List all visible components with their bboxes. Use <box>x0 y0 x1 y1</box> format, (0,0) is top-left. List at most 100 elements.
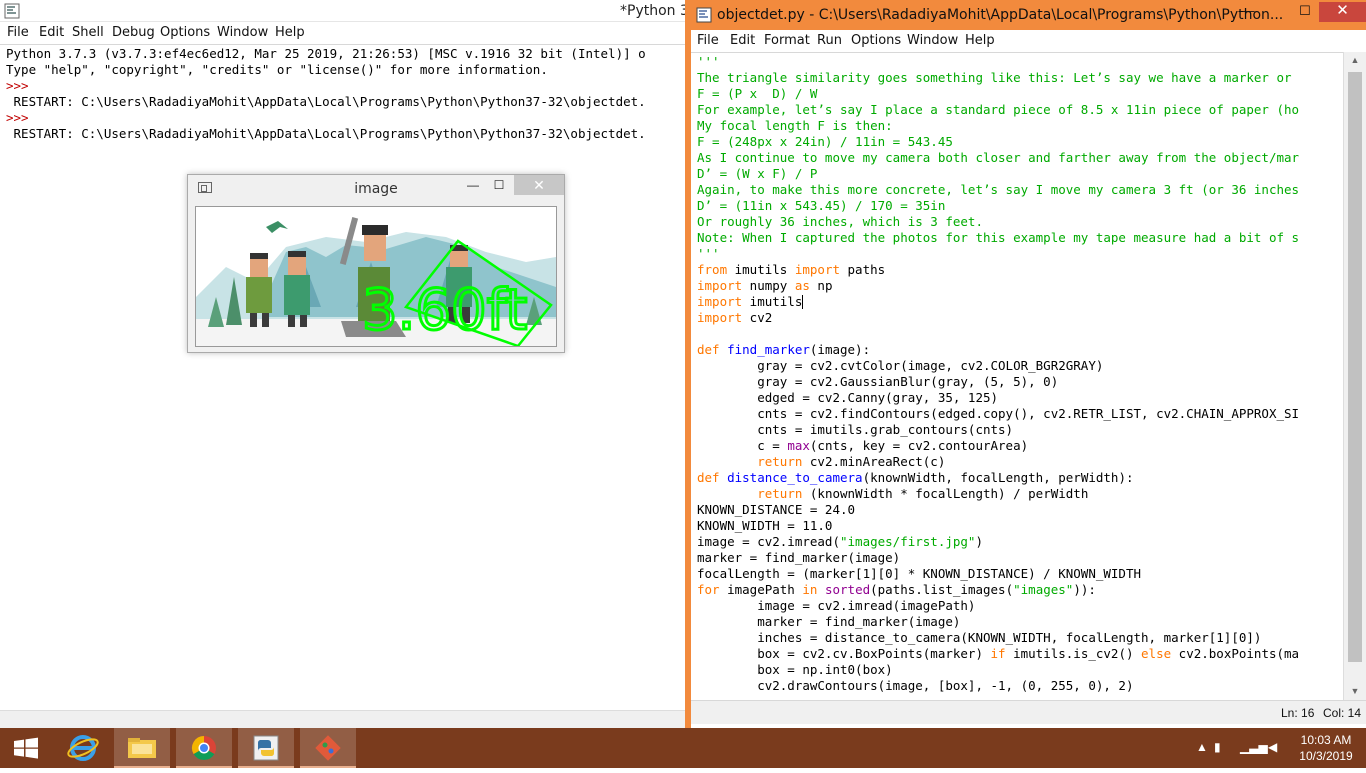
editor-minimize-button[interactable]: — <box>1231 2 1265 22</box>
code-line: F = (248px x 24in) / 11in = 543.45 <box>697 134 953 149</box>
show-hidden-icons-icon[interactable]: ▲ <box>1196 740 1208 754</box>
shell-menu-file[interactable]: File <box>7 25 29 40</box>
code-line: return cv2.minAreaRect(c) <box>757 454 946 469</box>
code-line: D’ = (11in x 543.45) / 170 = 35in <box>697 198 946 213</box>
shell-line: RESTART: C:\Users\RadadiyaMohit\AppData\… <box>6 126 646 141</box>
network-signal-icon[interactable]: ▁▃▅ <box>1240 740 1268 754</box>
shell-menu-edit[interactable]: Edit <box>39 25 64 40</box>
python-feather-icon <box>696 7 712 23</box>
code-line: def find_marker(image): <box>697 342 871 357</box>
column-number: Col: 14 <box>1323 706 1362 720</box>
code-editor[interactable]: ''' The triangle similarity goes somethin… <box>691 52 1343 700</box>
scroll-up-arrow-icon[interactable]: ▲ <box>1344 52 1366 69</box>
maximize-button[interactable]: ☐ <box>486 175 512 195</box>
start-button[interactable] <box>0 728 56 768</box>
shell-menu-options[interactable]: Options <box>160 25 210 40</box>
image-window[interactable]: image — ☐ ✕ 3.60ft <box>187 174 565 353</box>
code-line: def distance_to_camera(knownWidth, focal… <box>697 470 1134 485</box>
chrome-icon <box>191 736 216 761</box>
code-line: Again, to make this more concrete, let’s… <box>697 182 1300 197</box>
code-line: for imagePath in sorted(paths.list_image… <box>697 582 1096 597</box>
code-line: return (knownWidth * focalLength) / perW… <box>757 486 1089 501</box>
editor-menu-options[interactable]: Options <box>851 33 901 48</box>
python-feather-icon <box>4 3 20 19</box>
code-line: Or roughly 36 inches, which is 3 feet. <box>697 214 983 229</box>
editor-titlebar[interactable]: objectdet.py - C:\Users\RadadiyaMohit\Ap… <box>691 0 1366 30</box>
shell-line: >>> <box>6 110 29 125</box>
code-line: For example, let’s say I place a standar… <box>697 102 1300 117</box>
scroll-down-arrow-icon[interactable]: ▼ <box>1344 683 1366 700</box>
editor-statusbar: Ln: 16 Col: 14 <box>691 700 1366 724</box>
code-line: As I continue to move my camera both clo… <box>697 150 1300 165</box>
code-line: image = cv2.imread("images/first.jpg") <box>697 534 983 549</box>
shell-menu-shell[interactable]: Shell <box>72 25 104 40</box>
editor-menu-format[interactable]: Format <box>764 33 810 48</box>
text-cursor <box>802 295 804 309</box>
device-icon[interactable]: ▮ <box>1214 740 1221 754</box>
editor-window[interactable]: objectdet.py - C:\Users\RadadiyaMohit\Ap… <box>685 0 1366 728</box>
code-line: marker = find_marker(image) <box>697 550 901 565</box>
shell-line: Type "help", "copyright", "credits" or "… <box>6 62 548 77</box>
code-line: import imutils <box>697 294 803 309</box>
taskbar-python-idle[interactable] <box>238 728 294 768</box>
clock-date: 10/3/2019 <box>1299 749 1353 763</box>
shell-menu-window[interactable]: Window <box>217 25 268 40</box>
code-line: marker = find_marker(image) <box>697 614 961 629</box>
code-line: KNOWN_DISTANCE = 24.0 <box>697 502 856 517</box>
editor-menu-window[interactable]: Window <box>907 33 958 48</box>
git-gui-icon <box>315 735 341 761</box>
code-line: from imutils import paths <box>697 262 886 277</box>
code-line: inches = distance_to_camera(KNOWN_WIDTH,… <box>697 630 1262 645</box>
code-line: c = max(cnts, key = cv2.contourArea) <box>697 438 1029 453</box>
code-line: import cv2 <box>697 310 773 325</box>
editor-title: objectdet.py - C:\Users\RadadiyaMohit\Ap… <box>717 7 1284 23</box>
code-line: My focal length F is then: <box>697 118 893 133</box>
distance-label: 3.60ft <box>362 278 527 343</box>
editor-menubar: File Edit Format Run Options Window Help <box>691 30 1366 52</box>
code-line: image = cv2.imread(imagePath) <box>697 598 976 613</box>
shell-line: Python 3.7.3 (v3.7.3:ef4ec6ed12, Mar 25 … <box>6 46 646 61</box>
shell-menu-help[interactable]: Help <box>275 25 305 40</box>
illustration-image: 3.60ft <box>196 217 556 346</box>
code-line: cnts = imutils.grab_contours(cnts) <box>697 422 1014 437</box>
close-button[interactable]: ✕ <box>514 175 564 195</box>
code-line: box = np.int0(box) <box>697 662 893 677</box>
editor-menu-run[interactable]: Run <box>817 33 842 48</box>
editor-maximize-button[interactable]: ☐ <box>1288 2 1322 22</box>
volume-icon[interactable]: ◀ <box>1268 740 1277 754</box>
code-line: KNOWN_WIDTH = 11.0 <box>697 518 833 533</box>
code-line: box = cv2.cv.BoxPoints(marker) if imutil… <box>697 646 1300 661</box>
editor-close-button[interactable]: ✕ <box>1319 2 1366 22</box>
taskbar-git-gui[interactable] <box>300 728 356 768</box>
internet-explorer-icon <box>67 735 99 761</box>
python-shell-window[interactable]: *Python 3 File Edit Shell Debug Options … <box>0 0 689 728</box>
code-line: cv2.drawContours(image, [box], -1, (0, 2… <box>697 678 1134 693</box>
image-window-titlebar[interactable]: image — ☐ ✕ <box>188 175 564 201</box>
minimize-button[interactable]: — <box>460 175 486 195</box>
python-idle-icon <box>253 735 279 761</box>
shell-menubar: File Edit Shell Debug Options Window Hel… <box>0 22 686 44</box>
editor-menu-edit[interactable]: Edit <box>730 33 755 48</box>
line-number: Ln: 16 <box>1281 706 1315 720</box>
system-clock[interactable]: 10:03 AM 10/3/2019 <box>1288 732 1364 764</box>
code-line: D’ = (W x F) / P <box>697 166 818 181</box>
editor-vertical-scrollbar[interactable]: ▲ ▼ <box>1343 52 1366 700</box>
code-line: The triangle similarity goes something l… <box>697 70 1292 85</box>
code-line: ''' <box>697 246 720 261</box>
shell-menu-debug[interactable]: Debug <box>112 25 155 40</box>
editor-menu-file[interactable]: File <box>697 33 719 48</box>
code-line: edged = cv2.Canny(gray, 35, 125) <box>697 390 999 405</box>
windows-logo-icon <box>14 737 38 759</box>
shell-horizontal-scrollbar[interactable] <box>0 710 686 728</box>
shell-line: >>> <box>6 78 29 93</box>
editor-menu-help[interactable]: Help <box>965 33 995 48</box>
taskbar: ▲ ▮ ▁▃▅ ◀ 10:03 AM 10/3/2019 <box>0 728 1366 768</box>
taskbar-internet-explorer[interactable] <box>56 728 112 768</box>
shell-output[interactable]: Python 3.7.3 (v3.7.3:ef4ec6ed12, Mar 25 … <box>0 44 686 710</box>
taskbar-file-explorer[interactable] <box>114 728 170 768</box>
shell-titlebar[interactable]: *Python 3 <box>0 0 689 22</box>
scrollbar-thumb[interactable] <box>1348 72 1362 662</box>
taskbar-chrome[interactable] <box>176 728 232 768</box>
code-line: Note: When I captured the photos for thi… <box>697 230 1300 245</box>
code-line: F = (P x D) / W <box>697 86 818 101</box>
